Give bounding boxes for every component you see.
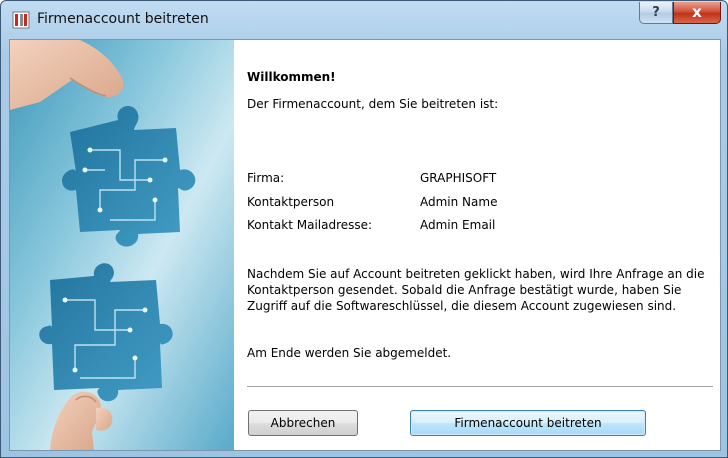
close-button[interactable]: x	[673, 2, 721, 24]
puzzle-hands-image	[10, 40, 234, 450]
cancel-button[interactable]: Abbrechen	[248, 410, 358, 436]
contact-email-label: Kontakt Mailadresse:	[247, 218, 373, 232]
contact-person-label: Kontaktperson	[247, 195, 335, 209]
company-value: GRAPHISOFT	[420, 171, 497, 185]
app-window-icon	[12, 11, 30, 29]
welcome-heading: Willkommen!	[247, 70, 336, 84]
dialog-body: Willkommen! Der Firmenaccount, dem Sie b…	[9, 39, 721, 451]
join-company-account-button[interactable]: Firmenaccount beitreten	[410, 410, 646, 436]
window-title: Firmenaccount beitreten	[37, 11, 209, 27]
intro-text: Der Firmenaccount, dem Sie beitreten ist…	[247, 97, 499, 111]
divider	[247, 386, 713, 387]
contact-email-value: Admin Email	[420, 218, 496, 232]
content-panel: Willkommen! Der Firmenaccount, dem Sie b…	[234, 40, 720, 450]
company-label: Firma:	[247, 171, 285, 185]
logout-note: Am Ende werden Sie abgemeldet.	[247, 346, 452, 360]
info-paragraph: Nachdem Sie auf Account beitreten geklic…	[247, 267, 705, 313]
help-button[interactable]: ?	[639, 2, 673, 24]
contact-person-value: Admin Name	[420, 195, 498, 209]
title-bar[interactable]: Firmenaccount beitreten ? x	[1, 1, 727, 39]
dialog-window: Firmenaccount beitreten ? x Willkommen! …	[0, 0, 728, 458]
